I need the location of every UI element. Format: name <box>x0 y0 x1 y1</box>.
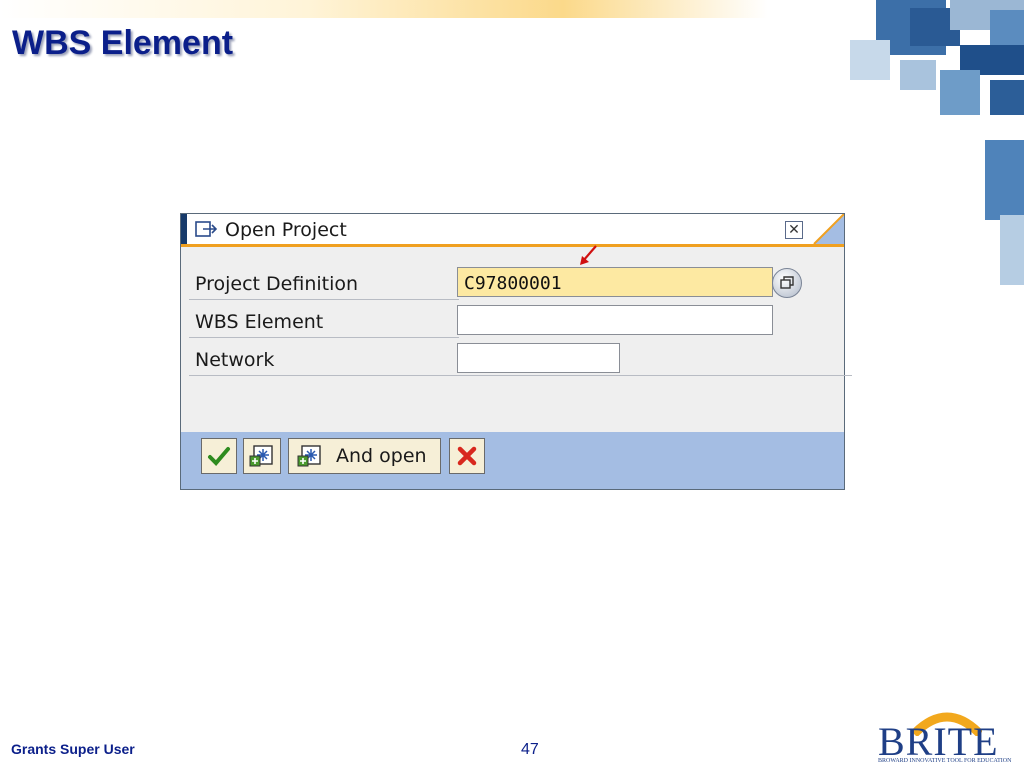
page-number: 47 <box>521 741 539 758</box>
open-project-icon <box>195 221 217 237</box>
dialog-toolbar: And open <box>181 432 844 489</box>
brite-logo: BRITE BROWARD INNOVATIVE TOOL FOR EDUCAT… <box>872 706 1018 768</box>
network-input[interactable] <box>457 343 620 373</box>
dialog-titlebar: Open Project ✕ <box>181 214 844 247</box>
create-icon <box>297 445 321 467</box>
slide-title: WBS Element <box>12 24 234 62</box>
row-divider <box>189 375 852 376</box>
wbs-element-input[interactable] <box>457 305 773 335</box>
wbs-element-label: WBS Element <box>195 311 324 333</box>
search-help-icon[interactable] <box>772 268 802 298</box>
row-divider <box>189 337 459 338</box>
close-icon[interactable]: ✕ <box>785 221 803 239</box>
decorative-squares <box>850 0 1024 285</box>
checkmark-icon <box>208 447 230 466</box>
create-icon <box>249 445 273 467</box>
dialog-title: Open Project <box>225 219 347 241</box>
open-project-dialog: Open Project ✕ Project Definition C97800… <box>180 213 852 490</box>
and-open-label: And open <box>336 445 427 467</box>
row-divider <box>189 299 459 300</box>
network-label: Network <box>195 349 275 371</box>
footer-course-name: Grants Super User <box>11 741 135 757</box>
titlebar-slant <box>813 214 844 244</box>
cancel-button[interactable] <box>449 438 485 474</box>
cancel-x-icon <box>457 446 477 466</box>
red-pointer-arrow-icon <box>580 245 597 265</box>
project-definition-label: Project Definition <box>195 273 359 295</box>
continue-button[interactable] <box>201 438 237 474</box>
project-definition-input[interactable]: C97800001 <box>457 267 773 297</box>
titlebar-accent <box>181 214 187 244</box>
create-and-open-button[interactable]: And open <box>288 438 441 474</box>
logo-tagline: BROWARD INNOVATIVE TOOL FOR EDUCATION <box>878 758 1012 764</box>
create-button[interactable] <box>243 438 281 474</box>
